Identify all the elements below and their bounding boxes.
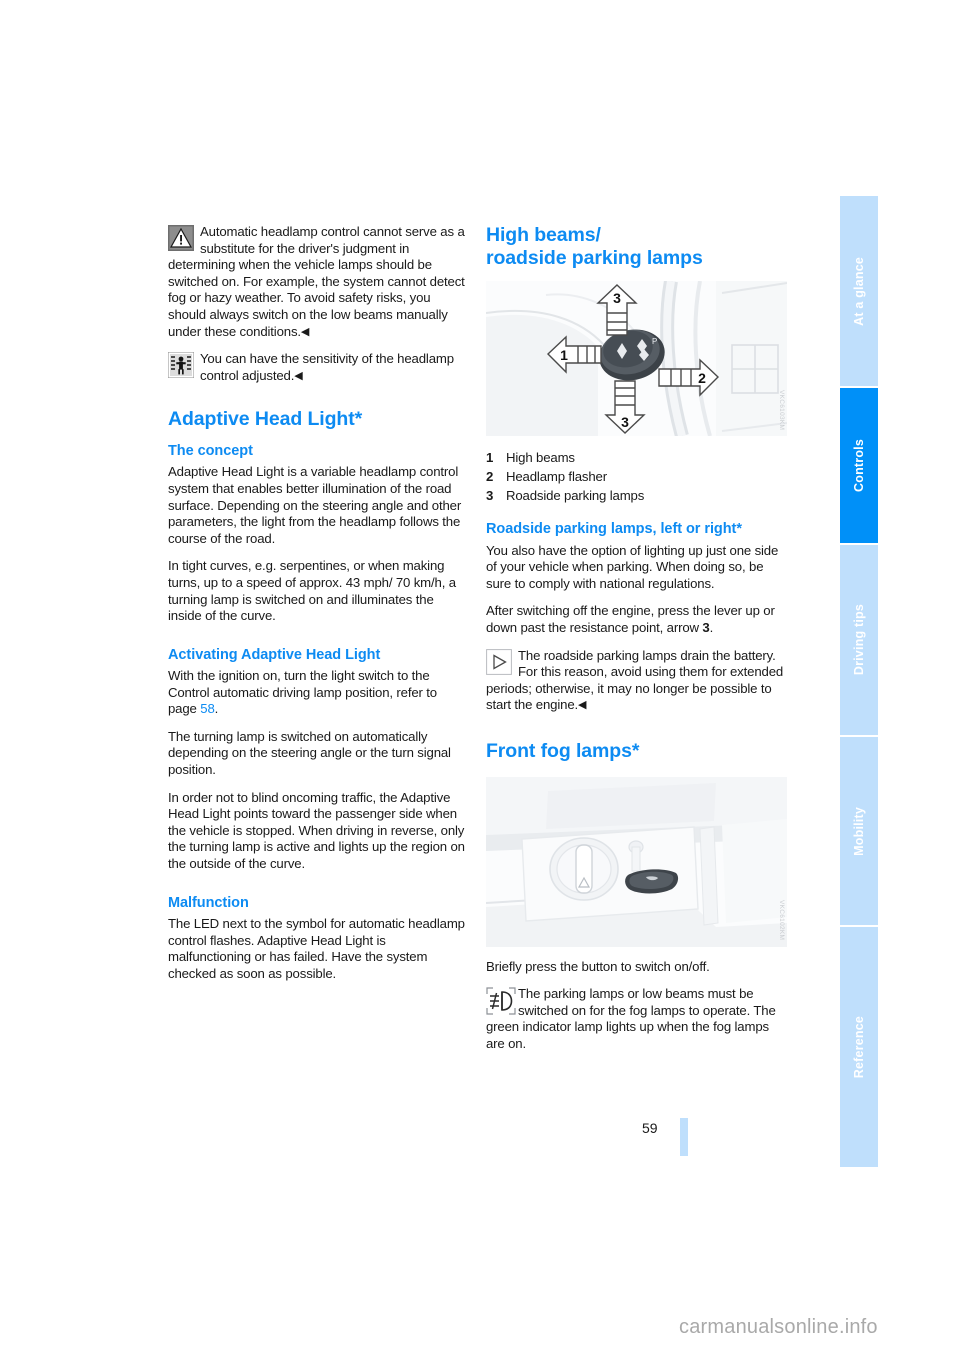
warning-note-endmark: ◀ bbox=[300, 325, 310, 338]
legend-number: 2 bbox=[486, 469, 494, 485]
warning-note-text: Automatic headlamp control cannot serve … bbox=[168, 224, 465, 339]
warning-note: Automatic headlamp control cannot serve … bbox=[168, 224, 469, 340]
figure-credit: VKC6102KM bbox=[778, 900, 785, 941]
paragraph: In order not to blind oncoming traffic, … bbox=[168, 789, 465, 872]
fog-lamp-note: The parking lamps or low beams must be s… bbox=[486, 986, 787, 1052]
paragraph-text-prefix: After switching off the engine, press th… bbox=[486, 603, 775, 635]
paragraph-with-arrow-ref: After switching off the engine, press th… bbox=[486, 603, 787, 636]
section-heading-adaptive-head-light: Adaptive Head Light* bbox=[168, 408, 363, 431]
svg-text:2: 2 bbox=[698, 370, 706, 386]
section-tab-rail: At a glance Controls Driving tips Mobili… bbox=[840, 196, 878, 1167]
tab-label: Reference bbox=[851, 1015, 866, 1079]
section-heading-front-fog-lamps: Front fog lamps* bbox=[486, 739, 640, 762]
subheading-roadside-parking-lamps: Roadside parking lamps, left or right* bbox=[486, 521, 742, 538]
subheading-activating-adaptive-head-light: Activating Adaptive Head Light bbox=[168, 646, 381, 663]
svg-text:P: P bbox=[652, 337, 657, 346]
legend-number: 1 bbox=[486, 450, 494, 466]
warning-triangle-icon bbox=[168, 225, 194, 251]
paragraph-with-page-link: With the ignition on, turn the light swi… bbox=[168, 668, 469, 718]
svg-text:3: 3 bbox=[613, 290, 621, 306]
heading-line-2: roadside parking lamps bbox=[486, 246, 703, 269]
arrow-reference-number: 3 bbox=[702, 619, 710, 635]
page-number-bar bbox=[680, 1118, 688, 1156]
tab-label: Controls bbox=[851, 439, 866, 492]
left-text-column: Automatic headlamp control cannot serve … bbox=[168, 224, 469, 982]
service-person-icon bbox=[168, 352, 194, 379]
watermark: carmanualsonline.info bbox=[679, 1316, 878, 1338]
info-note-text: The roadside parking lamps drain the bat… bbox=[486, 647, 784, 713]
subheading-malfunction: Malfunction bbox=[168, 894, 249, 911]
service-note-text: You can have the sensitivity of the head… bbox=[200, 351, 454, 383]
manual-page: At a glance Controls Driving tips Mobili… bbox=[0, 0, 960, 1358]
figure-credit: VKC6103KM bbox=[778, 389, 785, 431]
paragraph: The turning lamp is switched on automati… bbox=[168, 728, 451, 778]
legend-label: Headlamp flasher bbox=[506, 469, 607, 485]
section-heading-high-beams: High beams/roadside parking lamps bbox=[486, 224, 787, 269]
turn-signal-stalk-illustration: P 3 1 2 3 VKC6103KM bbox=[486, 281, 787, 437]
paragraph: In tight curves, e.g. serpentines, or wh… bbox=[168, 558, 456, 624]
legend-item: 1 High beams bbox=[486, 448, 787, 467]
info-note: The roadside parking lamps drain the bat… bbox=[486, 648, 787, 714]
legend-label: Roadside parking lamps bbox=[506, 488, 645, 504]
light-switch-panel-illustration: VKC6102KM bbox=[486, 776, 787, 947]
paragraph-text-suffix: . bbox=[709, 619, 714, 635]
legend-item: 2 Headlamp flasher bbox=[486, 467, 787, 486]
fog-note-text: The parking lamps or low beams must be s… bbox=[486, 986, 776, 1051]
legend-label: High beams bbox=[506, 450, 575, 466]
tab-at-a-glance[interactable]: At a glance bbox=[840, 196, 878, 386]
page-reference-link[interactable]: 58 bbox=[200, 701, 215, 716]
svg-text:1: 1 bbox=[560, 347, 568, 363]
right-text-column: High beams/roadside parking lamps P 3 1 … bbox=[486, 224, 787, 1064]
subheading-the-concept: The concept bbox=[168, 442, 253, 459]
figure-legend: 1 High beams 2 Headlamp flasher 3 Roadsi… bbox=[486, 448, 787, 505]
service-note-endmark: ◀ bbox=[294, 369, 303, 382]
tab-driving-tips[interactable]: Driving tips bbox=[840, 543, 878, 735]
front-fog-lamp-icon bbox=[486, 987, 516, 1015]
heading-line-1: High beams/ bbox=[486, 224, 601, 246]
paragraph: The LED next to the symbol for automatic… bbox=[168, 916, 465, 981]
fog-instruction: Briefly press the button to switch on/of… bbox=[486, 958, 710, 974]
tab-mobility[interactable]: Mobility bbox=[840, 735, 878, 925]
service-note: You can have the sensitivity of the head… bbox=[168, 351, 469, 384]
tab-reference[interactable]: Reference bbox=[840, 925, 878, 1167]
legend-number: 3 bbox=[486, 488, 494, 504]
paragraph-text-suffix: . bbox=[214, 701, 219, 717]
tab-label: At a glance bbox=[851, 256, 866, 326]
svg-text:3: 3 bbox=[621, 414, 629, 430]
tab-controls[interactable]: Controls bbox=[840, 386, 878, 543]
tab-label: Driving tips bbox=[851, 604, 866, 676]
tab-label: Mobility bbox=[851, 806, 866, 856]
info-note-endmark: ◀ bbox=[578, 699, 587, 712]
triangle-play-icon bbox=[486, 648, 512, 675]
paragraph: Adaptive Head Light is a variable headla… bbox=[168, 464, 462, 546]
page-number: 59 bbox=[642, 1120, 658, 1136]
legend-item: 3 Roadside parking lamps bbox=[486, 486, 787, 505]
paragraph: You also have the option of lighting up … bbox=[486, 542, 779, 591]
